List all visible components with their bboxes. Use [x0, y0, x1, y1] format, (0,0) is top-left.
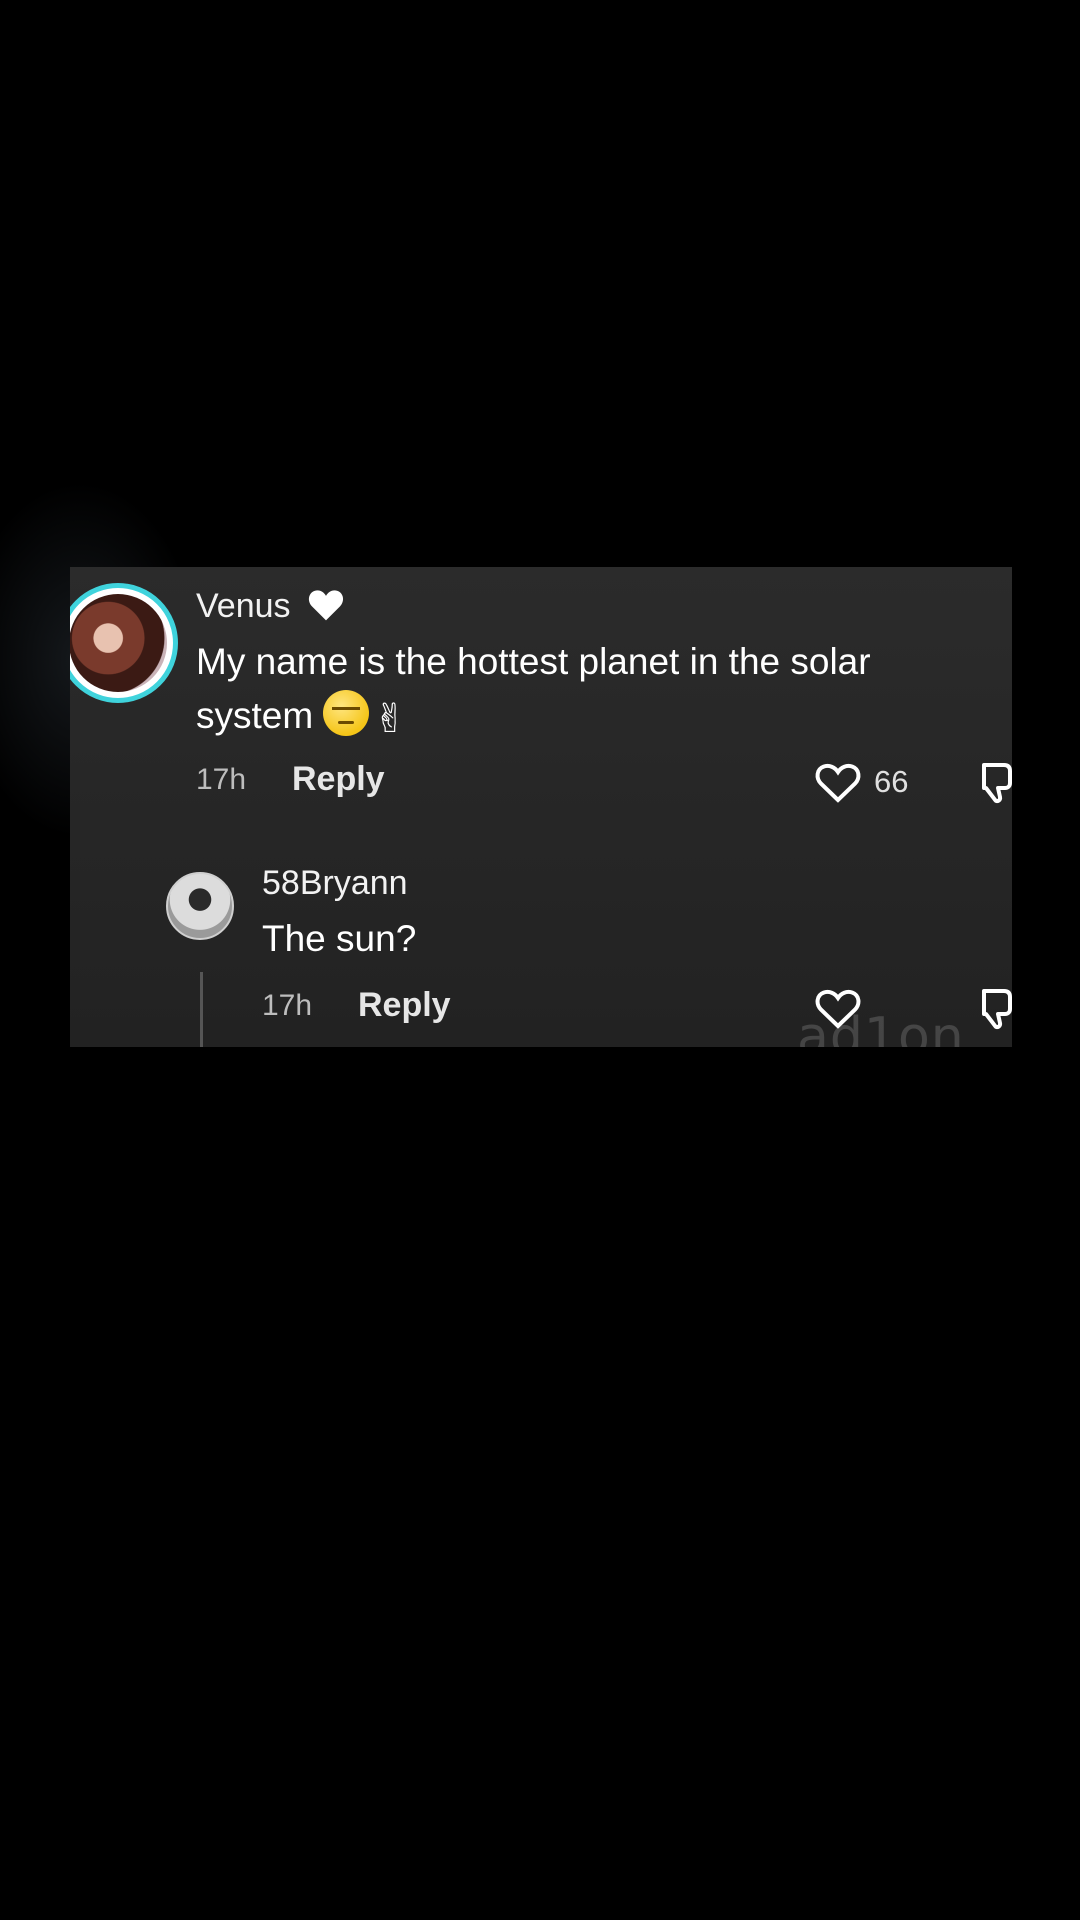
- comment-text-line2: system: [196, 695, 314, 736]
- reply-text: The sun?: [262, 918, 417, 959]
- comment-text-line2-wrap: system ✌: [196, 689, 996, 746]
- comment-text: My name is the hottest planet in the sol…: [196, 635, 996, 746]
- watermark: ad1on: [797, 1007, 965, 1047]
- heart-icon: [308, 590, 344, 621]
- dislike-icon[interactable]: [978, 761, 1012, 805]
- unamused-face-emoji: [323, 690, 370, 736]
- like-heart-icon[interactable]: [814, 760, 862, 804]
- screen: Venus My name is the hottest planet in t…: [0, 0, 1080, 1920]
- comment-like-count: 66: [874, 764, 909, 799]
- comment-time: 17h: [196, 763, 247, 796]
- reply-reply-button[interactable]: Reply: [358, 986, 451, 1025]
- comment-card: Venus My name is the hottest planet in t…: [70, 567, 1012, 1047]
- username-text: Venus: [196, 587, 291, 625]
- victory-hand-emoji: ✌: [373, 697, 407, 741]
- avatar-58bryann[interactable]: [166, 872, 234, 940]
- avatar-image: [70, 594, 167, 692]
- thread-line: [200, 972, 203, 1047]
- comment-username[interactable]: Venus: [196, 586, 346, 626]
- reply-time: 17h: [262, 989, 313, 1022]
- comment-text-line1: My name is the hottest planet in the sol…: [196, 641, 871, 682]
- comment-reply-button[interactable]: Reply: [292, 760, 385, 799]
- reply-username[interactable]: 58Bryann: [262, 864, 408, 903]
- avatar-venus[interactable]: [70, 583, 178, 703]
- reply-dislike-icon[interactable]: [978, 987, 1012, 1031]
